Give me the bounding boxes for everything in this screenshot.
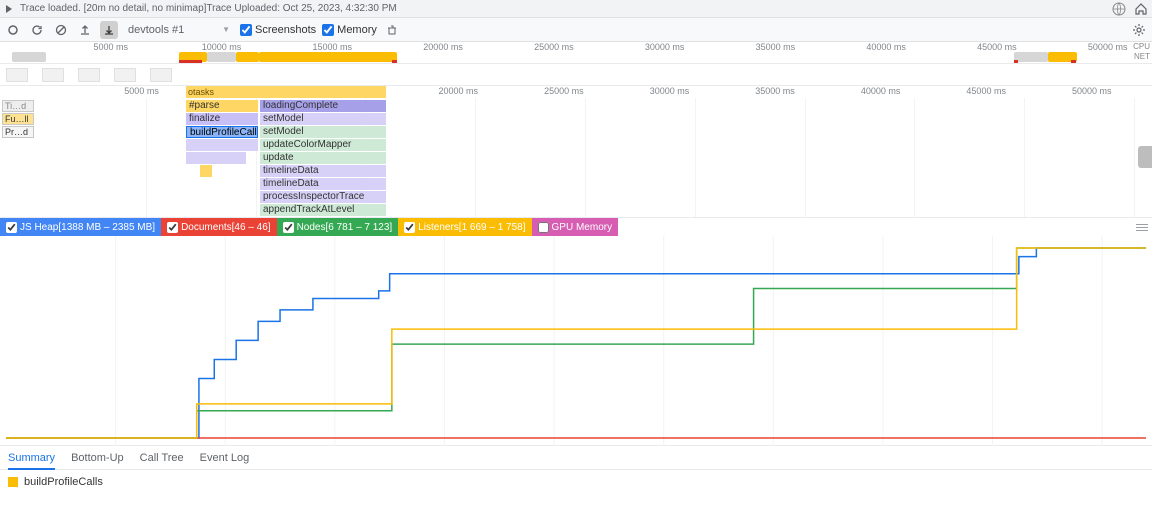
screenshot-thumb[interactable]: [114, 68, 136, 82]
detail-tabs: Summary Bottom-Up Call Tree Event Log: [0, 446, 1152, 470]
flame-bar[interactable]: #parse: [186, 100, 258, 112]
flame-bar[interactable]: setModel: [260, 113, 386, 125]
flame-chart[interactable]: 5000 ms10000 ms15000 ms20000 ms25000 ms3…: [0, 86, 1152, 218]
screenshots-strip[interactable]: [0, 64, 1152, 86]
gpu-label: GPU Memory: [552, 222, 613, 233]
flame-bar[interactable]: [200, 165, 212, 177]
flame-bar[interactable]: timelineData: [260, 178, 386, 190]
flame-bar-selected[interactable]: buildProfileCalls: [186, 126, 258, 138]
chevron-down-icon: ▼: [222, 25, 230, 34]
flame-bar[interactable]: processInspectorTrace: [260, 191, 386, 203]
track-label[interactable]: Fu…ll: [2, 113, 34, 125]
clear-button[interactable]: [52, 21, 70, 39]
cpu-label: CPU: [1133, 42, 1150, 51]
gpu-checkbox[interactable]: [538, 222, 549, 233]
record-button[interactable]: [4, 21, 22, 39]
screenshot-thumb[interactable]: [78, 68, 100, 82]
listeners-label: Listeners[1 669 – 1 758]: [418, 222, 525, 233]
play-icon[interactable]: [4, 4, 14, 14]
toolbar: devtools #1 ▼ Screenshots Memory: [0, 18, 1152, 42]
upload-button[interactable]: [76, 21, 94, 39]
track-label[interactable]: Ti…d: [2, 100, 34, 112]
microtasks-header[interactable]: otasks: [186, 86, 386, 98]
documents-label: Documents[46 – 46]: [181, 222, 271, 233]
memory-legend: JS Heap[1388 MB – 2385 MB] Documents[46 …: [0, 218, 1152, 236]
overview-timeline[interactable]: 5000 ms10000 ms15000 ms20000 ms25000 ms3…: [0, 42, 1152, 64]
screenshots-checkbox[interactable]: [240, 24, 252, 36]
documents-chip[interactable]: Documents[46 – 46]: [161, 218, 277, 236]
flame-bar[interactable]: updateColorMapper: [260, 139, 386, 151]
summary-color-swatch: [8, 477, 18, 487]
globe-icon[interactable]: [1112, 2, 1126, 16]
memory-toggle[interactable]: Memory: [322, 24, 377, 36]
tab-calltree[interactable]: Call Tree: [140, 452, 184, 464]
target-select[interactable]: devtools #1 ▼: [124, 21, 234, 39]
settings-button[interactable]: [1130, 21, 1148, 39]
trace-detail-text: [20m no detail, no minimap]: [84, 3, 207, 14]
flame-bar[interactable]: loadingComplete: [260, 100, 386, 112]
tab-bottomup[interactable]: Bottom-Up: [71, 452, 124, 464]
trace-uploaded-text: Trace Uploaded: Oct 25, 2023, 4:32:30 PM: [206, 3, 396, 14]
jsheap-checkbox[interactable]: [6, 222, 17, 233]
download-button[interactable]: [100, 21, 118, 39]
flame-bar[interactable]: [186, 139, 258, 151]
listeners-checkbox[interactable]: [404, 222, 415, 233]
target-select-label: devtools #1: [128, 24, 184, 36]
screenshot-thumb[interactable]: [6, 68, 28, 82]
screenshots-toggle[interactable]: Screenshots: [240, 24, 316, 36]
track-labels: Ti…d Fu…ll Pr…d: [2, 100, 34, 139]
tab-summary[interactable]: Summary: [8, 452, 55, 470]
documents-checkbox[interactable]: [167, 222, 178, 233]
screenshot-thumb[interactable]: [42, 68, 64, 82]
flame-bar[interactable]: appendTrackAtLevel: [260, 204, 386, 216]
summary-selected-name: buildProfileCalls: [24, 476, 103, 488]
memory-label: Memory: [337, 24, 377, 36]
jsheap-chip[interactable]: JS Heap[1388 MB – 2385 MB]: [0, 218, 161, 236]
flame-bar[interactable]: [186, 152, 246, 164]
memory-chart[interactable]: [0, 236, 1152, 446]
tab-eventlog[interactable]: Event Log: [200, 452, 250, 464]
net-label: NET: [1134, 52, 1150, 61]
screenshots-label: Screenshots: [255, 24, 316, 36]
nodes-checkbox[interactable]: [283, 222, 294, 233]
gpu-chip[interactable]: GPU Memory: [532, 218, 619, 236]
memory-checkbox[interactable]: [322, 24, 334, 36]
flame-bar[interactable]: finalize: [186, 113, 258, 125]
status-bar: Trace loaded. [20m no detail, no minimap…: [0, 0, 1152, 18]
trace-loaded-text: Trace loaded.: [20, 3, 81, 14]
flame-bar[interactable]: update: [260, 152, 386, 164]
reload-button[interactable]: [28, 21, 46, 39]
flame-bar[interactable]: setModel: [260, 126, 386, 138]
listeners-chip[interactable]: Listeners[1 669 – 1 758]: [398, 218, 531, 236]
nodes-label: Nodes[6 781 – 7 123]: [297, 222, 393, 233]
screenshot-thumb[interactable]: [150, 68, 172, 82]
collect-garbage-button[interactable]: [383, 21, 401, 39]
summary-panel: buildProfileCalls: [0, 470, 1152, 494]
track-label[interactable]: Pr…d: [2, 126, 34, 138]
expand-handle[interactable]: [1138, 146, 1152, 168]
jsheap-label: JS Heap[1388 MB – 2385 MB]: [20, 222, 155, 233]
legend-menu-icon[interactable]: [1132, 224, 1152, 231]
home-icon[interactable]: [1134, 2, 1148, 16]
flame-bar[interactable]: timelineData: [260, 165, 386, 177]
nodes-chip[interactable]: Nodes[6 781 – 7 123]: [277, 218, 399, 236]
